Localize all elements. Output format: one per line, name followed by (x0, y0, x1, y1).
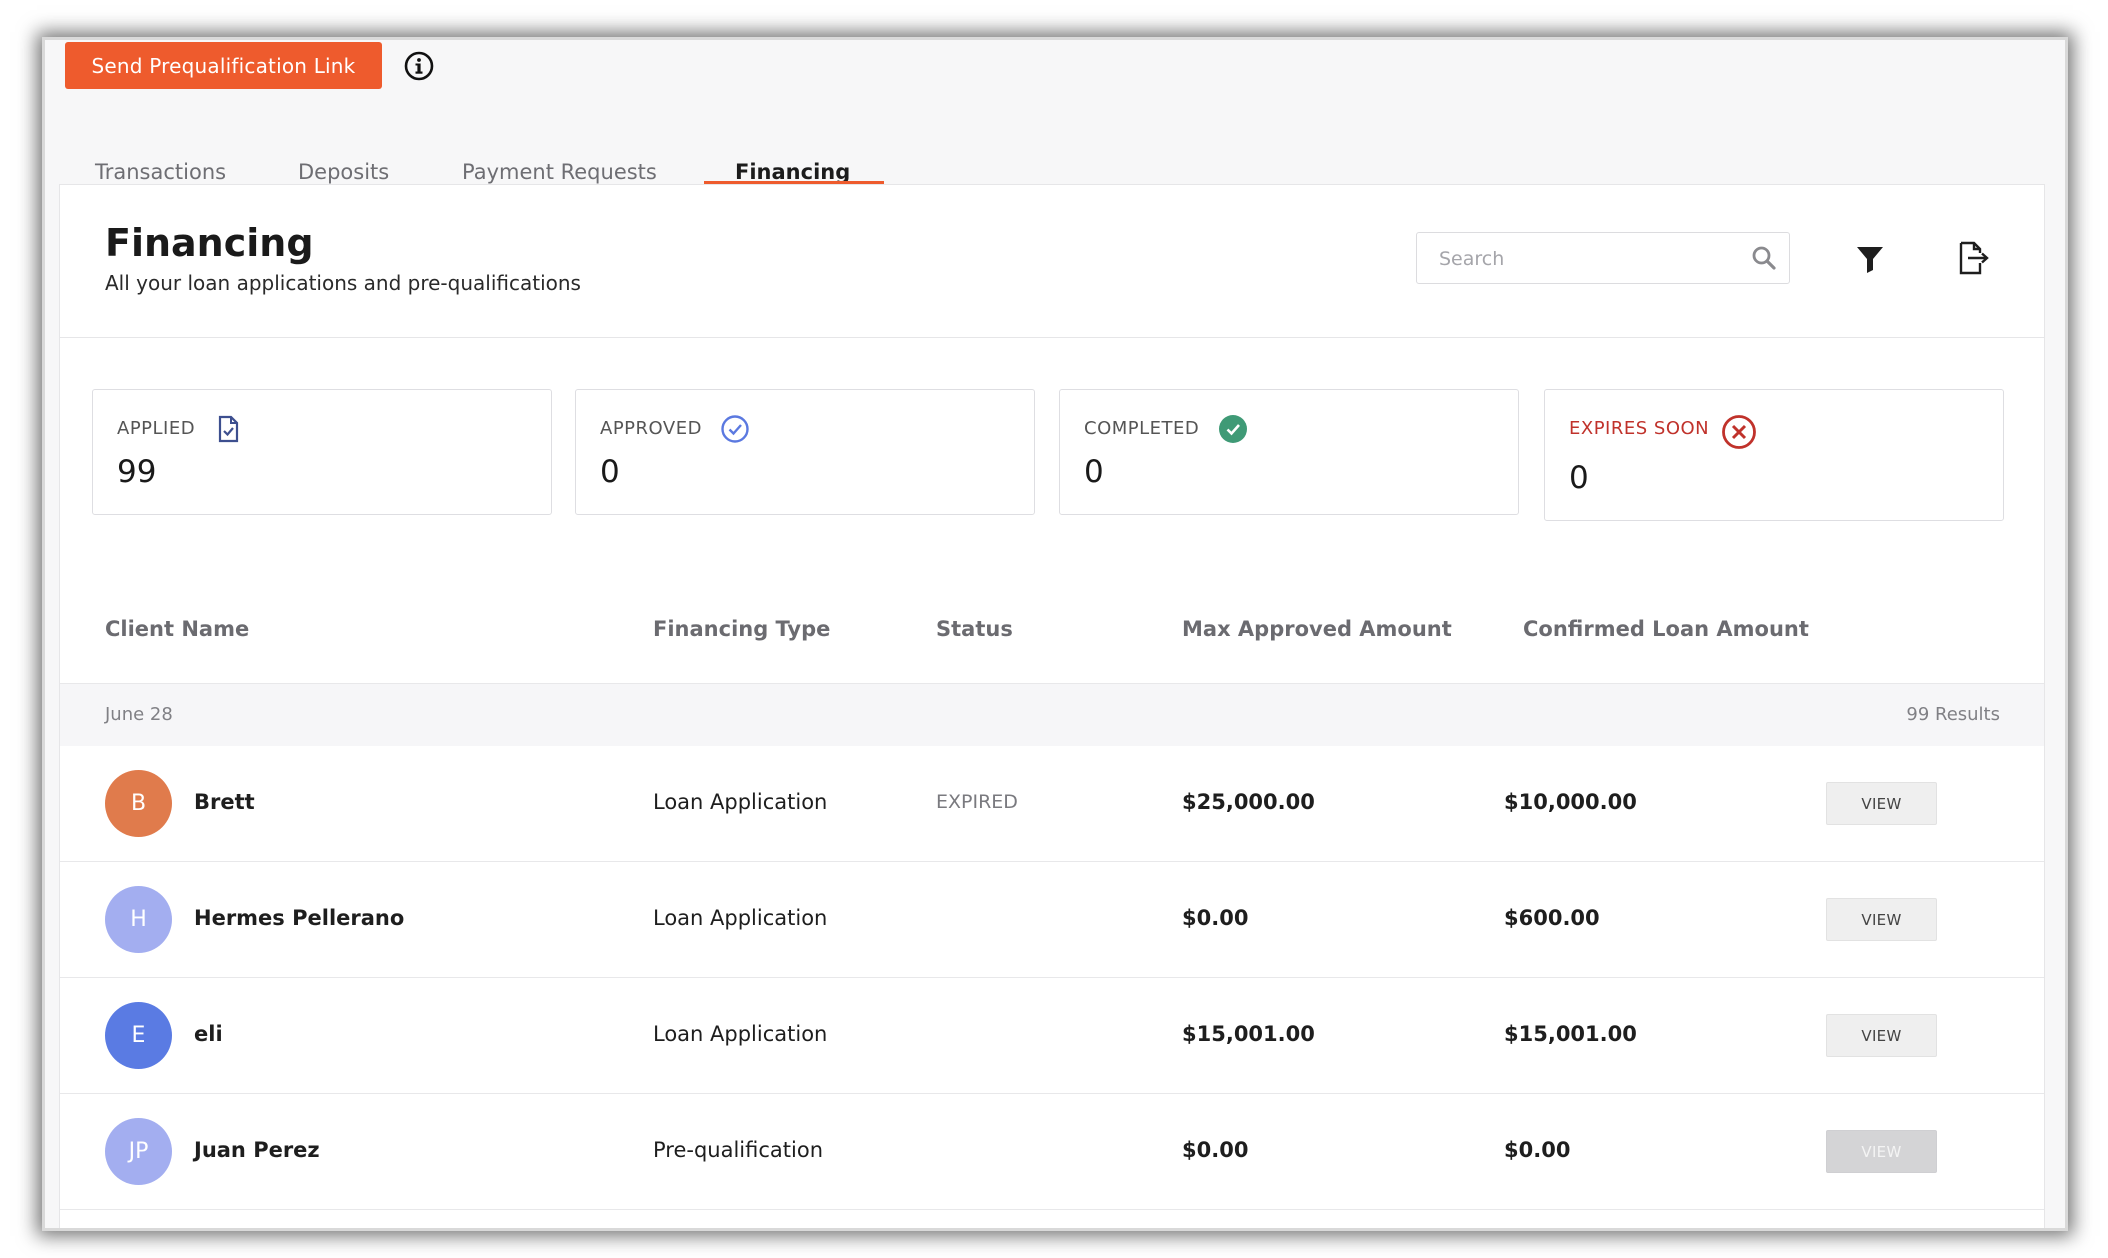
view-button[interactable]: VIEW (1826, 782, 1937, 825)
date-group-header: June 28 99 Results (60, 683, 2044, 747)
column-header-status[interactable]: Status (936, 617, 1013, 641)
client-name: Juan Perez (194, 1138, 320, 1162)
stat-card-completed: COMPLETED 0 (1059, 389, 1519, 515)
confirmed-loan-amount: $0.00 (1504, 1138, 1571, 1162)
confirmed-loan-amount: $600.00 (1504, 906, 1600, 930)
confirmed-loan-amount: $15,001.00 (1504, 1022, 1637, 1046)
stat-card-expires-soon: EXPIRES SOON 0 (1544, 389, 2004, 521)
table-row[interactable]: H Hermes Pellerano Loan Application $0.0… (60, 862, 2044, 978)
search-box (1416, 232, 1790, 284)
group-date: June 28 (105, 704, 173, 725)
avatar: B (105, 770, 172, 837)
column-header-client-name[interactable]: Client Name (105, 617, 249, 641)
tab-payment-requests[interactable]: Payment Requests (462, 160, 657, 184)
max-approved-amount: $15,001.00 (1182, 1022, 1315, 1046)
page-title: Financing (105, 221, 314, 265)
panel-header: Financing All your loan applications and… (60, 185, 2044, 338)
avatar: JP (105, 1118, 172, 1185)
stat-value: 0 (600, 454, 620, 490)
client-name: Brett (194, 790, 255, 814)
avatar: E (105, 1002, 172, 1069)
stat-label: COMPLETED (1084, 418, 1200, 439)
max-approved-amount: $0.00 (1182, 1138, 1249, 1162)
table-row[interactable]: E eli Loan Application $15,001.00 $15,00… (60, 978, 2044, 1094)
search-input[interactable] (1437, 243, 1731, 275)
max-approved-amount: $25,000.00 (1182, 790, 1315, 814)
financing-type: Loan Application (653, 790, 828, 814)
tab-transactions[interactable]: Transactions (95, 160, 226, 184)
view-button[interactable]: VIEW (1826, 1130, 1937, 1173)
financing-type: Loan Application (653, 1022, 828, 1046)
info-icon[interactable] (403, 50, 435, 82)
view-button[interactable]: VIEW (1826, 1014, 1937, 1057)
column-header-financing-type[interactable]: Financing Type (653, 617, 830, 641)
stat-value: 0 (1084, 454, 1104, 490)
client-name: eli (194, 1022, 223, 1046)
status-text: EXPIRED (936, 791, 1018, 813)
stat-label: APPLIED (117, 418, 196, 439)
client-name: Hermes Pellerano (194, 906, 405, 930)
column-header-confirmed-loan-amount[interactable]: Confirmed Loan Amount (1523, 617, 1809, 641)
max-approved-amount: $0.00 (1182, 906, 1249, 930)
export-icon[interactable] (1954, 240, 1990, 276)
circle-x-icon (1721, 414, 1757, 450)
stat-label: APPROVED (600, 418, 702, 439)
search-icon[interactable] (1751, 245, 1777, 271)
results-count: 99 Results (1906, 704, 2000, 725)
stat-card-applied: APPLIED 99 (92, 389, 552, 515)
avatar: H (105, 886, 172, 953)
financing-panel: Financing All your loan applications and… (59, 184, 2045, 1228)
circle-check-filled-icon (1218, 414, 1248, 444)
stat-value: 99 (117, 454, 157, 490)
circle-check-outline-icon (720, 414, 750, 444)
financing-type: Loan Application (653, 906, 828, 930)
page-subtitle: All your loan applications and pre-quali… (105, 271, 581, 295)
stat-card-approved: APPROVED 0 (575, 389, 1035, 515)
stat-value: 0 (1569, 460, 1589, 496)
tab-deposits[interactable]: Deposits (298, 160, 389, 184)
send-prequalification-link-button[interactable]: Send Prequalification Link (65, 42, 382, 89)
app-window: Send Prequalification Link Transactions … (45, 40, 2065, 1228)
table-row[interactable]: JP Juan Perez Pre-qualification $0.00 $0… (60, 1094, 2044, 1210)
stat-label: EXPIRES SOON (1569, 418, 1710, 439)
table-row[interactable]: B Brett Loan Application EXPIRED $25,000… (60, 746, 2044, 862)
document-check-icon (213, 414, 243, 444)
financing-type: Pre-qualification (653, 1138, 824, 1162)
confirmed-loan-amount: $10,000.00 (1504, 790, 1637, 814)
column-header-max-approved-amount[interactable]: Max Approved Amount (1182, 617, 1452, 641)
filter-icon[interactable] (1854, 243, 1886, 275)
view-button[interactable]: VIEW (1826, 898, 1937, 941)
